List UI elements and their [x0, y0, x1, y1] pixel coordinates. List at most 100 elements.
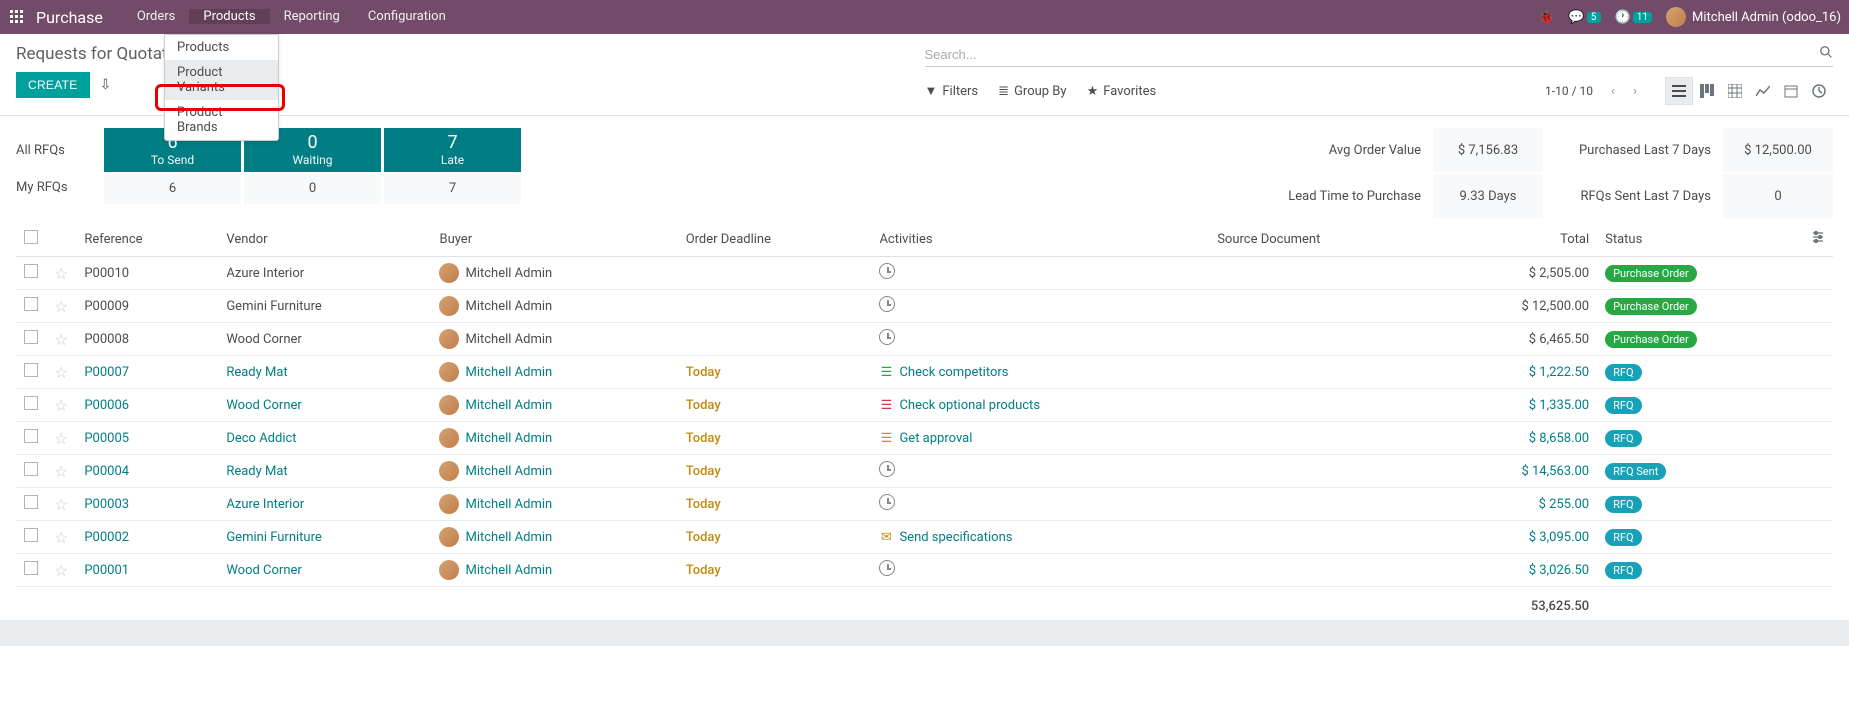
- col-activities[interactable]: Activities: [871, 222, 1209, 257]
- row-checkbox[interactable]: [24, 297, 38, 311]
- dash-sub[interactable]: 7: [384, 174, 521, 204]
- cell-vendor[interactable]: Gemini Furniture: [218, 290, 431, 323]
- row-checkbox[interactable]: [24, 429, 38, 443]
- cell-buyer[interactable]: Mitchell Admin: [431, 488, 677, 521]
- cell-vendor[interactable]: Wood Corner: [218, 323, 431, 356]
- star-toggle[interactable]: ☆: [54, 462, 68, 481]
- kanban-view-button[interactable]: [1693, 77, 1721, 105]
- activity-link[interactable]: ☰Get approval: [879, 431, 1201, 446]
- dash-card-late[interactable]: 7Late: [384, 128, 521, 172]
- cell-buyer[interactable]: Mitchell Admin: [431, 323, 677, 356]
- search-icon[interactable]: [1819, 45, 1833, 63]
- cell-buyer[interactable]: Mitchell Admin: [431, 422, 677, 455]
- nav-item-reporting[interactable]: Reporting: [270, 9, 354, 24]
- cell-reference[interactable]: P00005: [76, 422, 218, 455]
- optional-columns-button[interactable]: [1803, 222, 1833, 257]
- table-row[interactable]: ☆ P00009 Gemini Furniture Mitchell Admin…: [16, 290, 1833, 323]
- row-checkbox[interactable]: [24, 264, 38, 278]
- star-toggle[interactable]: ☆: [54, 495, 68, 514]
- dropdown-item-product-variants[interactable]: Product Variants: [165, 60, 278, 100]
- row-checkbox[interactable]: [24, 396, 38, 410]
- search-bar[interactable]: [925, 42, 1834, 67]
- cell-buyer[interactable]: Mitchell Admin: [431, 356, 677, 389]
- star-toggle[interactable]: ☆: [54, 561, 68, 580]
- cell-buyer[interactable]: Mitchell Admin: [431, 290, 677, 323]
- cell-vendor[interactable]: Wood Corner: [218, 554, 431, 587]
- cell-vendor[interactable]: Ready Mat: [218, 356, 431, 389]
- table-row[interactable]: ☆ P00004 Ready Mat Mitchell Admin Today …: [16, 455, 1833, 488]
- groupby-button[interactable]: ≣ Group By: [998, 83, 1066, 99]
- cell-vendor[interactable]: Ready Mat: [218, 455, 431, 488]
- dash-sub[interactable]: 0: [244, 174, 381, 204]
- select-all-checkbox[interactable]: [24, 230, 38, 244]
- pager-next-button[interactable]: ›: [1625, 79, 1645, 103]
- star-toggle[interactable]: ☆: [54, 363, 68, 382]
- activity-view-button[interactable]: [1805, 77, 1833, 105]
- nav-item-orders[interactable]: Orders: [123, 9, 190, 24]
- star-toggle[interactable]: ☆: [54, 396, 68, 415]
- col-vendor[interactable]: Vendor: [218, 222, 431, 257]
- star-toggle[interactable]: ☆: [54, 330, 68, 349]
- clock-icon[interactable]: [879, 296, 895, 312]
- cell-reference[interactable]: P00006: [76, 389, 218, 422]
- import-icon[interactable]: ⇩: [100, 77, 112, 93]
- cell-vendor[interactable]: Deco Addict: [218, 422, 431, 455]
- cell-reference[interactable]: P00002: [76, 521, 218, 554]
- clock-icon[interactable]: [879, 560, 895, 576]
- table-row[interactable]: ☆ P00003 Azure Interior Mitchell Admin T…: [16, 488, 1833, 521]
- clock-icon[interactable]: [879, 494, 895, 510]
- graph-view-button[interactable]: [1749, 77, 1777, 105]
- clock-icon[interactable]: [879, 263, 895, 279]
- col-source[interactable]: Source Document: [1209, 222, 1437, 257]
- col-status[interactable]: Status: [1597, 222, 1803, 257]
- row-checkbox[interactable]: [24, 462, 38, 476]
- cell-vendor[interactable]: Gemini Furniture: [218, 521, 431, 554]
- table-row[interactable]: ☆ P00001 Wood Corner Mitchell Admin Toda…: [16, 554, 1833, 587]
- nav-item-products[interactable]: Products: [189, 9, 269, 24]
- cell-reference[interactable]: P00001: [76, 554, 218, 587]
- cell-vendor[interactable]: Azure Interior: [218, 488, 431, 521]
- activity-link[interactable]: ☰Check competitors: [879, 365, 1201, 380]
- debug-icon[interactable]: 🐞: [1538, 10, 1554, 25]
- table-row[interactable]: ☆ P00008 Wood Corner Mitchell Admin $ 6,…: [16, 323, 1833, 356]
- star-toggle[interactable]: ☆: [54, 528, 68, 547]
- cell-reference[interactable]: P00003: [76, 488, 218, 521]
- row-checkbox[interactable]: [24, 495, 38, 509]
- cell-buyer[interactable]: Mitchell Admin: [431, 257, 677, 290]
- star-toggle[interactable]: ☆: [54, 429, 68, 448]
- cell-reference[interactable]: P00009: [76, 290, 218, 323]
- messaging-icon[interactable]: 💬5: [1568, 10, 1600, 25]
- list-view-button[interactable]: [1665, 77, 1693, 105]
- cell-buyer[interactable]: Mitchell Admin: [431, 455, 677, 488]
- table-row[interactable]: ☆ P00002 Gemini Furniture Mitchell Admin…: [16, 521, 1833, 554]
- favorites-button[interactable]: ★ Favorites: [1087, 83, 1157, 99]
- table-row[interactable]: ☆ P00006 Wood Corner Mitchell Admin Toda…: [16, 389, 1833, 422]
- col-buyer[interactable]: Buyer: [431, 222, 677, 257]
- table-row[interactable]: ☆ P00007 Ready Mat Mitchell Admin Today …: [16, 356, 1833, 389]
- col-deadline[interactable]: Order Deadline: [678, 222, 872, 257]
- cell-buyer[interactable]: Mitchell Admin: [431, 389, 677, 422]
- row-checkbox[interactable]: [24, 330, 38, 344]
- cell-reference[interactable]: P00008: [76, 323, 218, 356]
- cell-buyer[interactable]: Mitchell Admin: [431, 554, 677, 587]
- filters-button[interactable]: ▼ Filters: [925, 83, 979, 99]
- dropdown-item-products[interactable]: Products: [165, 35, 278, 60]
- table-row[interactable]: ☆ P00005 Deco Addict Mitchell Admin Toda…: [16, 422, 1833, 455]
- table-row[interactable]: ☆ P00010 Azure Interior Mitchell Admin $…: [16, 257, 1833, 290]
- apps-icon[interactable]: [8, 8, 26, 26]
- cell-reference[interactable]: P00010: [76, 257, 218, 290]
- calendar-view-button[interactable]: [1777, 77, 1805, 105]
- pager-prev-button[interactable]: ‹: [1603, 79, 1623, 103]
- col-reference[interactable]: Reference: [76, 222, 218, 257]
- activity-link[interactable]: ✉Send specifications: [879, 530, 1201, 545]
- nav-item-configuration[interactable]: Configuration: [354, 9, 460, 24]
- activities-icon[interactable]: 🕐11: [1615, 10, 1652, 25]
- user-menu[interactable]: Mitchell Admin (odoo_16): [1666, 7, 1841, 27]
- row-checkbox[interactable]: [24, 528, 38, 542]
- cell-reference[interactable]: P00004: [76, 455, 218, 488]
- create-button[interactable]: CREATE: [16, 72, 90, 98]
- col-total[interactable]: Total: [1437, 222, 1597, 257]
- cell-vendor[interactable]: Azure Interior: [218, 257, 431, 290]
- star-toggle[interactable]: ☆: [54, 297, 68, 316]
- dash-sub[interactable]: 6: [104, 174, 241, 204]
